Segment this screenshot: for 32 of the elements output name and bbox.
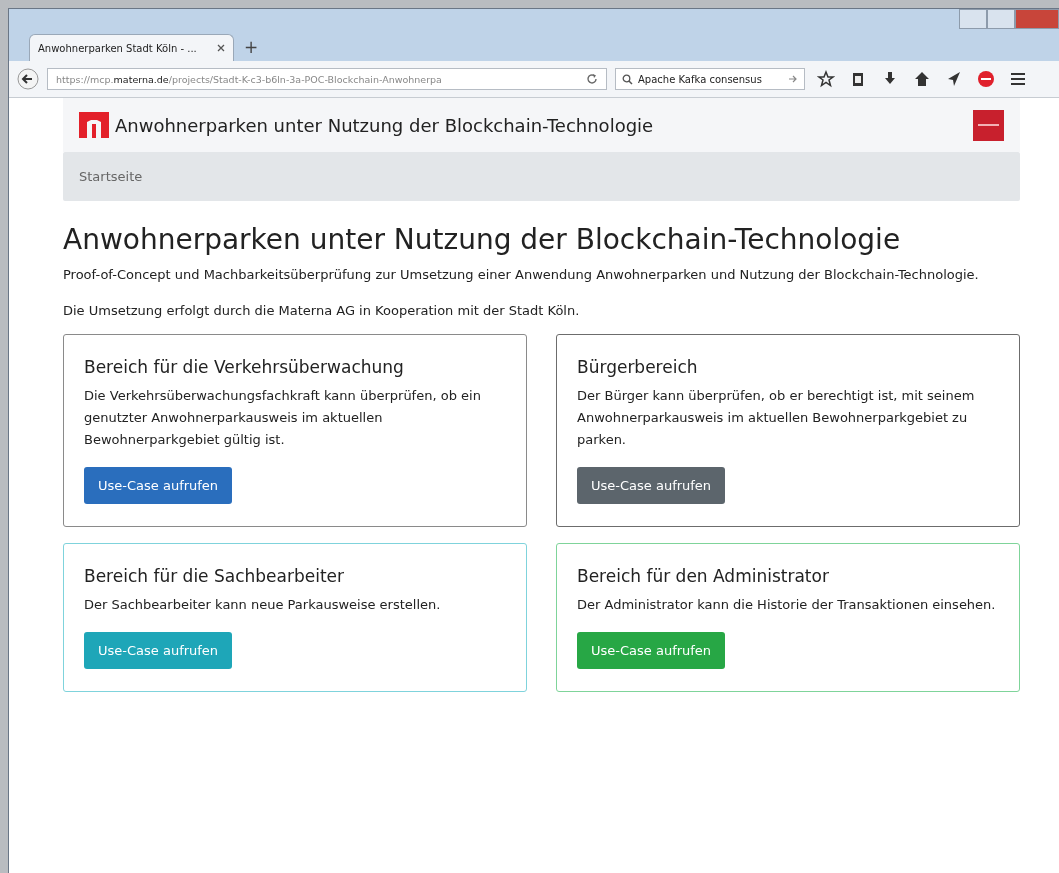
browser-tab[interactable]: Anwohnerparken Stadt Köln - ... [29, 34, 234, 61]
new-tab-button[interactable]: + [244, 37, 259, 61]
note-text: Die Umsetzung erfolgt durch die Materna AG in Kooperation mit der Stadt Köln. [63, 302, 581, 320]
search-icon [622, 73, 633, 85]
card-title: Bereich für die Verkehrsüberwachung [84, 357, 405, 377]
card-text: Der Sachbearbeiter kann neue Parkausweise erstellen. [84, 596, 442, 614]
use-case-button[interactable]: Use-Case aufrufen [577, 467, 726, 504]
card-text: Die Verkehrsüberwachungsfachkraft kann überprüfen, ob ein genutzter Anwohnerparkausweis im aktuellen Bewohnerparkgebiet gültig ist. [84, 387, 482, 449]
arrow-icon[interactable] [788, 74, 798, 84]
reload-icon[interactable] [586, 73, 598, 85]
back-button[interactable] [17, 68, 39, 90]
adblock-icon[interactable] [977, 70, 995, 88]
logo-icon [79, 112, 109, 138]
star-icon[interactable] [817, 70, 835, 88]
intro-text: Proof-of-Concept und Machbarkeitsüberprüfung zur Umsetzung einer Anwendung Anwohnerparken und Nutzung der Blockchain-Technologie. [63, 266, 980, 284]
logo-icon [973, 109, 1004, 141]
site-title: Anwohnerparken unter Nutzung der Blockchain-Technologie [115, 114, 654, 136]
window-controls[interactable] [959, 9, 1059, 29]
use-case-button[interactable]: Use-Case aufrufen [84, 467, 233, 504]
address-bar[interactable]: https://mcp.materna.de/projects/Stadt-K-c3-b6ln-3a-POC-Blockchain-Anwohnerpa [47, 68, 607, 90]
card-text: Der Bürger kann überprüfen, ob er berechtigt ist, mit seinem Anwohnerparkausweis im aktuellen Bewohnerparkgebiet zu parken. [577, 387, 976, 449]
close-icon[interactable] [217, 44, 225, 52]
card-title: Bereich für den Administrator [577, 566, 830, 586]
card-title: Bürgerbereich [577, 357, 699, 377]
search-field[interactable]: Apache Kafka consensus [615, 68, 805, 90]
menu-icon[interactable] [1009, 70, 1027, 88]
card-title: Bereich für die Sachbearbeiter [84, 566, 346, 586]
use-case-button[interactable]: Use-Case aufrufen [577, 632, 726, 669]
card-text: Der Administrator kann die Historie der Transaktionen einsehen. [577, 596, 997, 614]
page-heading: Anwohnerparken unter Nutzung der Blockchain-Technologie [63, 223, 902, 256]
home-icon[interactable] [913, 70, 931, 88]
breadcrumb-link[interactable]: Startseite [79, 169, 143, 184]
